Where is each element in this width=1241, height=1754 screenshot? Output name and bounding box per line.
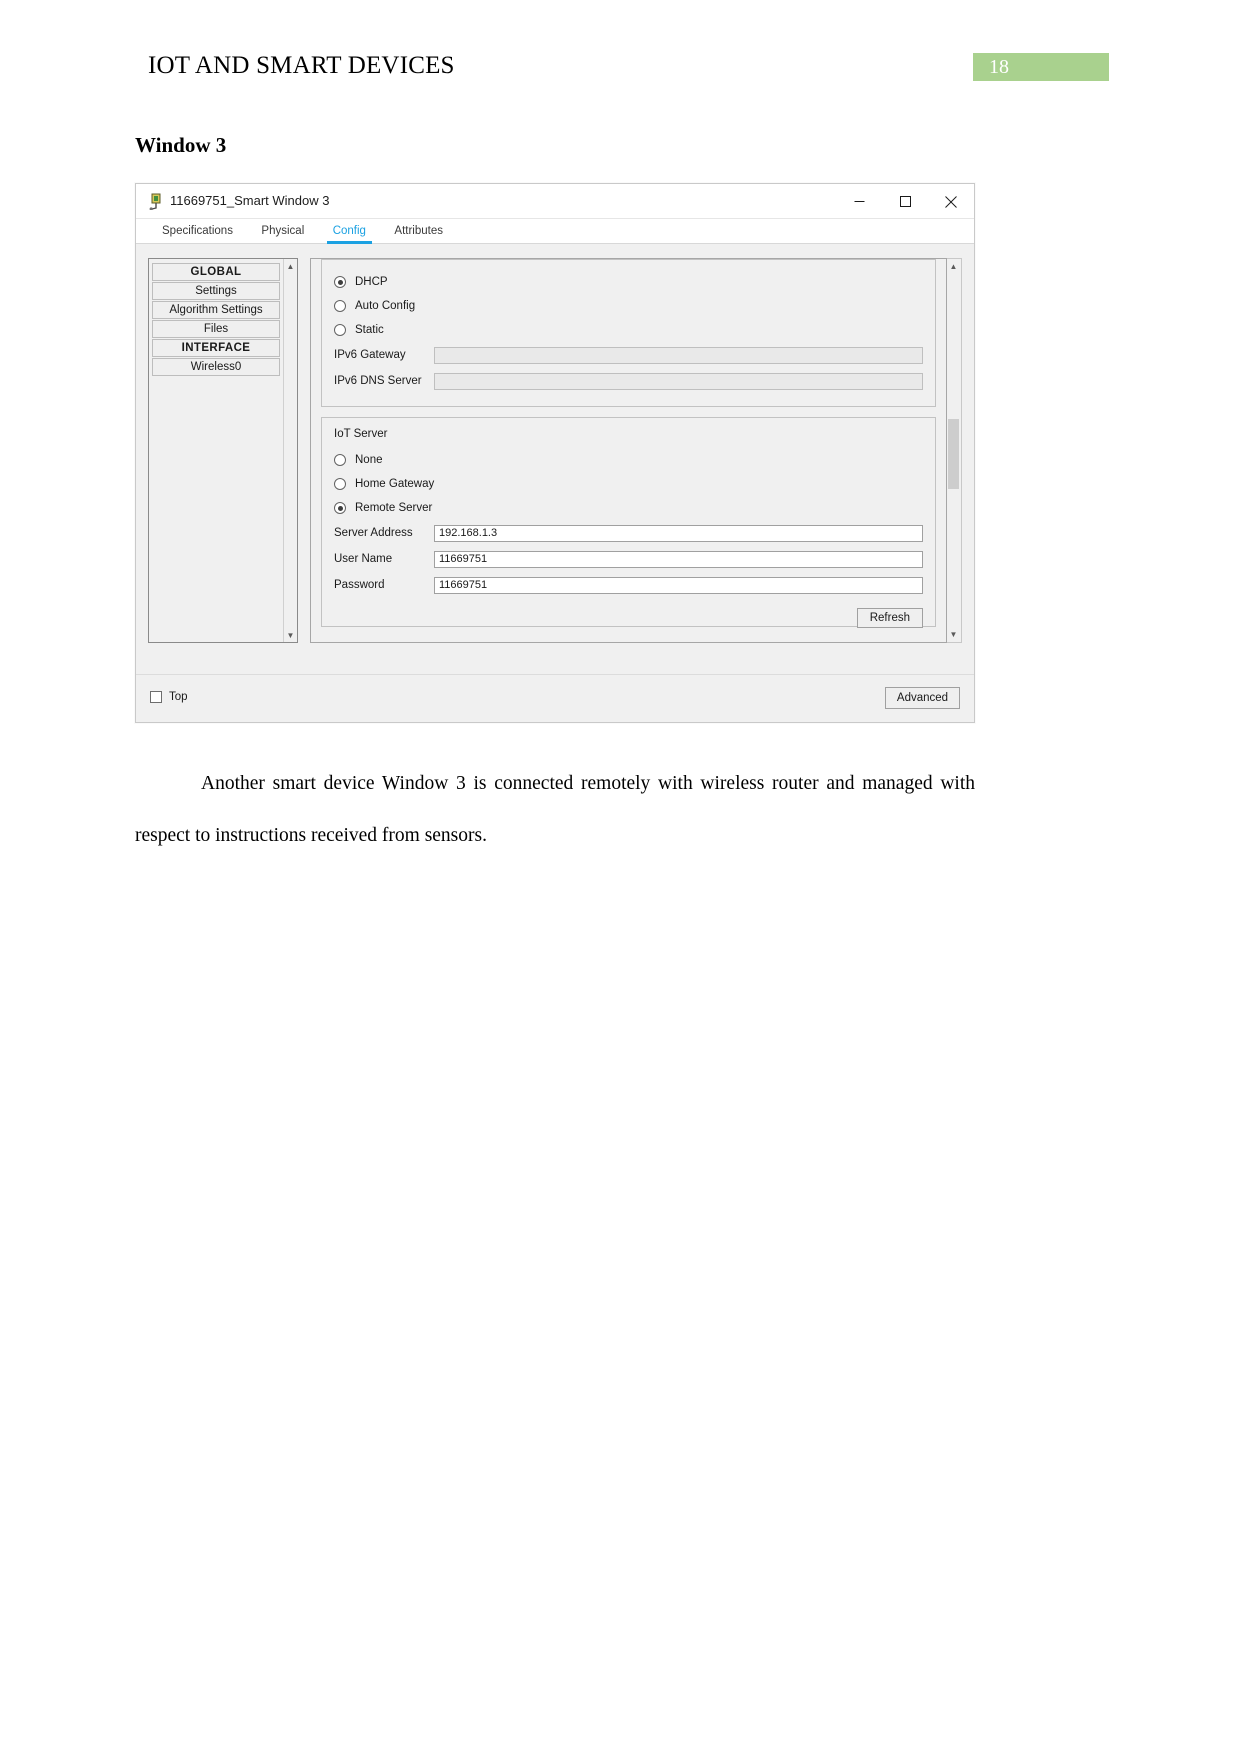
iot-option-home-gateway[interactable]: Home Gateway: [334, 472, 923, 496]
radio-icon: [334, 276, 346, 288]
maximize-icon[interactable]: [882, 184, 928, 219]
window-controls: [836, 184, 974, 219]
server-address-row: Server Address: [334, 520, 923, 546]
window-title: 11669751_Smart Window 3: [170, 193, 330, 208]
tree-item-algorithm-settings[interactable]: Algorithm Settings: [152, 301, 280, 319]
user-name-row: User Name: [334, 546, 923, 572]
config-settings-panel: DHCP Auto Config Static IPv6 Gateway IPv…: [310, 258, 962, 643]
iot-server-group-title: IoT Server: [334, 428, 388, 440]
ipv6-option-auto-config[interactable]: Auto Config: [334, 294, 923, 318]
iot-option-none[interactable]: None: [334, 448, 923, 472]
ipv6-dns-server-label: IPv6 DNS Server: [334, 375, 422, 387]
scrollbar-thumb[interactable]: [948, 419, 959, 489]
iot-option-remote-server-label: Remote Server: [355, 502, 433, 514]
document-header: IOT AND SMART DEVICES 18: [0, 0, 1241, 110]
close-icon[interactable]: [928, 184, 974, 219]
password-row: Password: [334, 572, 923, 598]
ipv6-configuration-group: DHCP Auto Config Static IPv6 Gateway IPv…: [321, 259, 936, 407]
tree-item-settings[interactable]: Settings: [152, 282, 280, 300]
document-header-title: IOT AND SMART DEVICES: [148, 52, 455, 79]
advanced-button[interactable]: Advanced: [885, 687, 960, 709]
tree-item-list: GLOBAL Settings Algorithm Settings Files…: [149, 259, 283, 642]
tab-specifications[interactable]: Specifications: [150, 221, 245, 241]
settings-scroll-content: DHCP Auto Config Static IPv6 Gateway IPv…: [310, 258, 947, 643]
ipv6-dns-server-row: IPv6 DNS Server: [334, 368, 923, 394]
top-checkbox[interactable]: Top: [150, 691, 188, 703]
password-input[interactable]: [434, 576, 923, 594]
minimize-icon[interactable]: [836, 184, 882, 219]
window-footer: Top Advanced: [136, 674, 974, 722]
radio-icon: [334, 502, 346, 514]
ipv6-gateway-row: IPv6 Gateway: [334, 342, 923, 368]
top-checkbox-label: Top: [169, 691, 188, 703]
tree-item-files[interactable]: Files: [152, 320, 280, 338]
ipv6-option-static[interactable]: Static: [334, 318, 923, 342]
iot-option-home-gateway-label: Home Gateway: [355, 478, 435, 490]
tree-scrollbar[interactable]: ▲ ▼: [283, 259, 297, 642]
settings-scrollbar[interactable]: ▲ ▼: [947, 258, 962, 643]
radio-icon: [334, 478, 346, 490]
radio-icon: [334, 454, 346, 466]
body-paragraph: Another smart device Window 3 is connect…: [135, 773, 975, 846]
ipv6-option-auto-config-label: Auto Config: [355, 300, 416, 312]
server-address-label: Server Address: [334, 527, 413, 539]
page-number-badge: 18: [973, 53, 1109, 81]
tree-item-interface[interactable]: INTERFACE: [152, 339, 280, 357]
tab-physical[interactable]: Physical: [249, 221, 316, 241]
checkbox-icon: [150, 691, 162, 703]
ipv6-gateway-input[interactable]: [434, 346, 923, 364]
refresh-button-row: Refresh: [334, 608, 923, 628]
tab-attributes[interactable]: Attributes: [382, 221, 455, 241]
tab-config[interactable]: Config: [321, 221, 378, 244]
chevron-up-icon[interactable]: ▲: [284, 259, 297, 273]
server-address-input[interactable]: [434, 524, 923, 542]
ipv6-option-dhcp-label: DHCP: [355, 276, 388, 288]
tree-item-global[interactable]: GLOBAL: [152, 263, 280, 281]
ipv6-option-static-label: Static: [355, 324, 384, 336]
iot-option-none-label: None: [355, 454, 383, 466]
window-titlebar: 11669751_Smart Window 3: [136, 184, 974, 219]
iot-server-group: IoT Server None Home Gateway Remote Serv…: [321, 417, 936, 628]
tab-strip: Specifications Physical Config Attribute…: [136, 219, 974, 244]
chevron-down-icon[interactable]: ▼: [284, 628, 297, 642]
iot-option-remote-server[interactable]: Remote Server: [334, 496, 923, 520]
refresh-button[interactable]: Refresh: [856, 608, 923, 628]
chevron-up-icon[interactable]: ▲: [947, 259, 960, 274]
section-heading: Window 3: [135, 133, 227, 157]
user-name-input[interactable]: [434, 550, 923, 568]
config-navigation-tree: GLOBAL Settings Algorithm Settings Files…: [148, 258, 298, 643]
chevron-down-icon[interactable]: ▼: [947, 627, 960, 642]
ipv6-option-dhcp[interactable]: DHCP: [334, 270, 923, 294]
smart-window-config-dialog: 11669751_Smart Window 3 Specifications P…: [135, 183, 975, 723]
user-name-label: User Name: [334, 553, 393, 565]
window-body: GLOBAL Settings Algorithm Settings Files…: [136, 244, 974, 722]
password-label: Password: [334, 579, 385, 591]
tree-item-wireless0[interactable]: Wireless0: [152, 358, 280, 376]
config-content-row: GLOBAL Settings Algorithm Settings Files…: [148, 258, 962, 643]
ipv6-gateway-label: IPv6 Gateway: [334, 349, 406, 361]
packet-tracer-device-icon: [148, 193, 164, 211]
radio-icon: [334, 324, 346, 336]
radio-icon: [334, 300, 346, 312]
ipv6-dns-server-input[interactable]: [434, 372, 923, 390]
